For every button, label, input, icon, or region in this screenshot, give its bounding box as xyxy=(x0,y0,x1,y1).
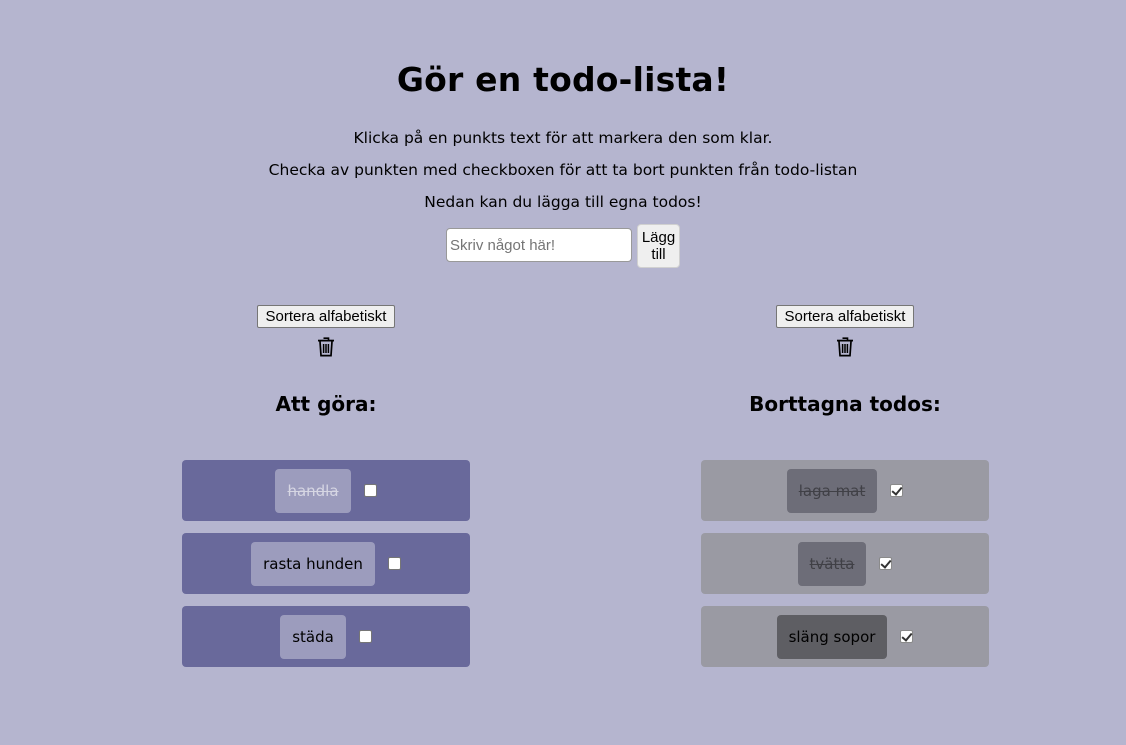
restore-checkbox[interactable] xyxy=(890,484,904,497)
todo-list: handla rasta hunden städa xyxy=(182,460,470,679)
todo-item-text[interactable]: städa xyxy=(280,614,346,659)
removed-heading: Borttagna todos: xyxy=(749,392,941,416)
todo-item: städa xyxy=(182,606,470,667)
removed-item: släng sopor xyxy=(701,606,989,667)
sort-removed-button[interactable]: Sortera alfabetiskt xyxy=(775,305,915,328)
restore-checkbox[interactable] xyxy=(900,630,914,643)
remove-checkbox[interactable] xyxy=(387,557,401,570)
sort-todos-button[interactable]: Sortera alfabetiskt xyxy=(256,305,396,328)
remove-checkbox[interactable] xyxy=(363,484,377,497)
removed-item-text[interactable]: tvätta xyxy=(797,541,867,586)
todo-heading: Att göra: xyxy=(275,392,377,416)
removed-item: laga mat xyxy=(701,460,989,521)
todo-item: rasta hunden xyxy=(182,533,470,594)
trash-icon[interactable] xyxy=(317,337,335,357)
add-button[interactable]: Lägg till xyxy=(637,224,680,268)
instruction-checkbox: Checka av punkten med checkboxen för att… xyxy=(268,161,858,179)
instruction-click-text: Klicka på en punkts text för att markera… xyxy=(353,129,773,147)
todo-item-text[interactable]: handla xyxy=(275,468,351,513)
page-title: Gör en todo-lista! xyxy=(396,60,730,99)
todo-item: handla xyxy=(182,460,470,521)
remove-checkbox[interactable] xyxy=(358,630,372,643)
add-todo-form: Lägg till xyxy=(0,224,1126,268)
instruction-add: Nedan kan du lägga till egna todos! xyxy=(424,193,702,211)
removed-item-text[interactable]: släng sopor xyxy=(776,614,888,659)
removed-item-text[interactable]: laga mat xyxy=(786,468,878,513)
removed-column: Sortera alfabetiskt Borttagna todos: lag… xyxy=(701,305,989,667)
removed-item: tvätta xyxy=(701,533,989,594)
restore-checkbox[interactable] xyxy=(879,557,893,570)
trash-icon[interactable] xyxy=(836,337,854,357)
todo-item-text[interactable]: rasta hunden xyxy=(251,541,375,586)
todo-input[interactable] xyxy=(446,228,632,262)
removed-list: laga mat tvätta släng sopor xyxy=(701,460,989,679)
todo-column: Sortera alfabetiskt Att göra: handla ras… xyxy=(182,305,470,667)
